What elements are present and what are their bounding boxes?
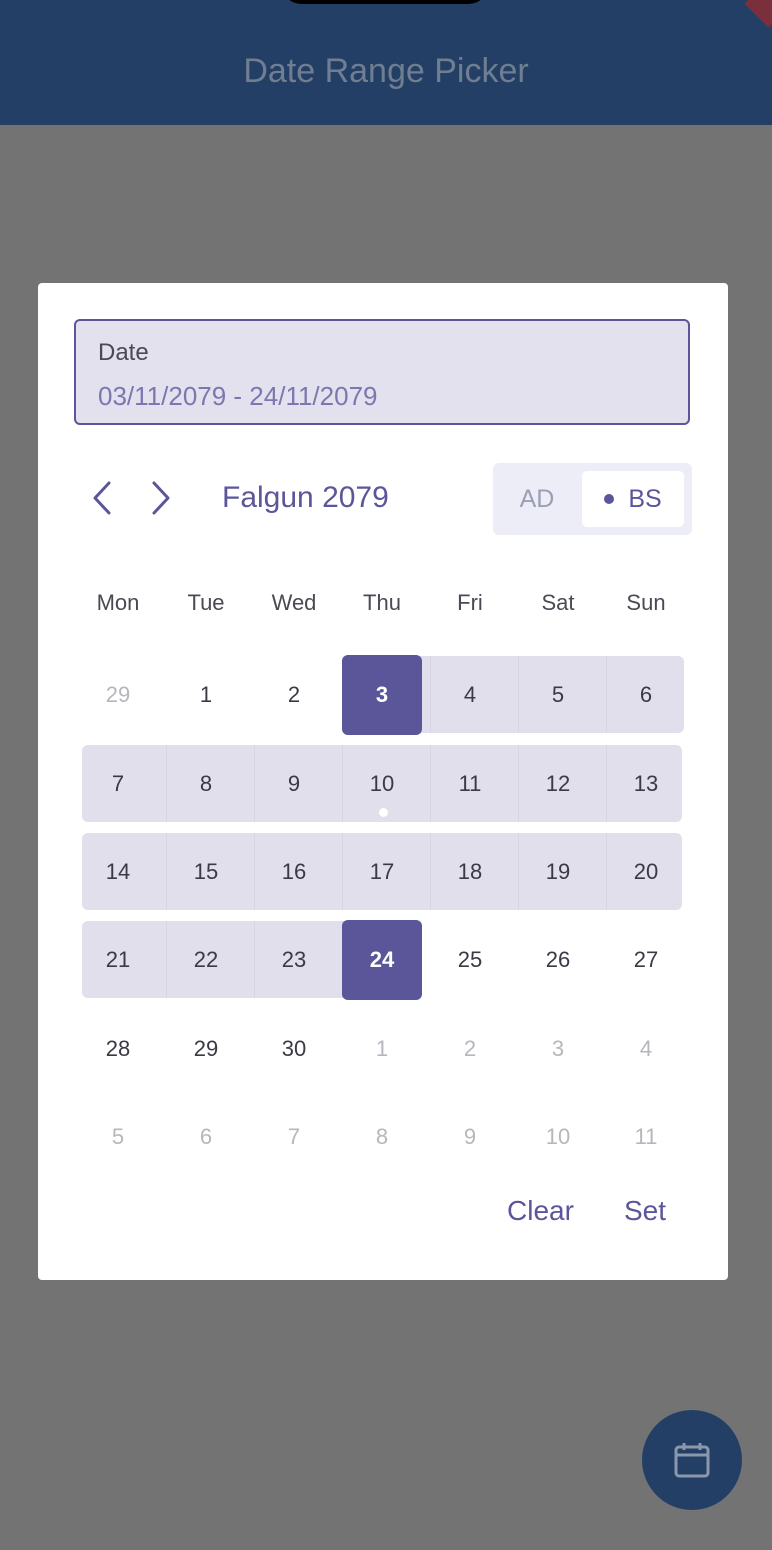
- calendar-day[interactable]: 25: [426, 920, 514, 1000]
- calendar-day[interactable]: 26: [514, 920, 602, 1000]
- calendar-day[interactable]: 17: [338, 832, 426, 912]
- app-title: Date Range Picker: [243, 52, 529, 90]
- calendar-day[interactable]: 13: [602, 744, 690, 824]
- calendar-day[interactable]: 23: [250, 920, 338, 1000]
- next-month-button[interactable]: [140, 478, 180, 518]
- date-field-value: 03/11/2079 - 24/11/2079: [98, 381, 378, 411]
- calendar-day[interactable]: 11: [602, 1097, 690, 1177]
- calendar-day[interactable]: 1: [162, 655, 250, 735]
- calendar-day[interactable]: 30: [250, 1009, 338, 1089]
- previous-month-button[interactable]: [83, 478, 123, 518]
- chevron-left-icon: [93, 481, 111, 515]
- weekday-mon: Mon: [96, 590, 140, 615]
- calendar-day[interactable]: 1: [338, 1009, 426, 1089]
- toggle-bs-label: BS: [628, 484, 662, 513]
- calendar-day[interactable]: 19: [514, 832, 602, 912]
- calendar-day[interactable]: 16: [250, 832, 338, 912]
- calendar-day[interactable]: 9: [250, 744, 338, 824]
- calendar-day[interactable]: 4: [602, 1009, 690, 1089]
- date-field-label: Date: [98, 339, 149, 366]
- calendar-day[interactable]: 22: [162, 920, 250, 1000]
- debug-banner: [744, 0, 772, 28]
- date-range-field[interactable]: Date 03/11/2079 - 24/11/2079: [74, 319, 690, 425]
- calendar-day[interactable]: 5: [74, 1097, 162, 1177]
- calendar-day[interactable]: 28: [74, 1009, 162, 1089]
- clear-button[interactable]: Clear: [507, 1195, 574, 1227]
- calendar-day[interactable]: 6: [602, 655, 690, 735]
- set-button[interactable]: Set: [624, 1195, 666, 1227]
- calendar-day[interactable]: 27: [602, 920, 690, 1000]
- calendar-day[interactable]: 20: [602, 832, 690, 912]
- selected-dot-icon: [604, 494, 615, 504]
- today-indicator-dot: [379, 808, 388, 817]
- calendar-day[interactable]: 3: [514, 1009, 602, 1089]
- calendar-day[interactable]: 12: [514, 744, 602, 824]
- weekday-sun: Sun: [626, 590, 666, 615]
- calendar-day[interactable]: 8: [162, 744, 250, 824]
- range-start-day[interactable]: 3: [342, 655, 422, 735]
- weekday-tue: Tue: [187, 590, 225, 615]
- calendar-day[interactable]: 21: [74, 920, 162, 1000]
- month-title: Falgun 2079: [222, 481, 389, 514]
- weekday-fri: Fri: [457, 590, 483, 615]
- calendar-day[interactable]: 2: [426, 1009, 514, 1089]
- calendar-system-toggle: AD BS: [493, 463, 692, 535]
- app-bar: Date Range Picker: [0, 0, 772, 125]
- calendar-day[interactable]: 7: [250, 1097, 338, 1177]
- calendar-day[interactable]: 6: [162, 1097, 250, 1177]
- range-end-day[interactable]: 24: [342, 920, 422, 1000]
- weekday-wed: Wed: [271, 590, 317, 615]
- calendar-day[interactable]: 29: [162, 1009, 250, 1089]
- toggle-ad[interactable]: AD: [493, 463, 581, 535]
- calendar-day[interactable]: 10: [338, 744, 426, 824]
- weekday-thu: Thu: [363, 590, 401, 615]
- weekday-sat: Sat: [541, 590, 575, 615]
- calendar-icon: [674, 1443, 710, 1478]
- calendar-day[interactable]: 2: [250, 655, 338, 735]
- calendar-fab[interactable]: [642, 1410, 742, 1510]
- calendar-day[interactable]: 11: [426, 744, 514, 824]
- chevron-right-icon: [152, 481, 170, 515]
- date-range-dialog: Date 03/11/2079 - 24/11/2079 Falgun 2079…: [38, 283, 728, 1280]
- device-notch: [280, 0, 490, 4]
- calendar-day[interactable]: 15: [162, 832, 250, 912]
- calendar-day[interactable]: 5: [514, 655, 602, 735]
- calendar-day[interactable]: 10: [514, 1097, 602, 1177]
- calendar-day[interactable]: 8: [338, 1097, 426, 1177]
- calendar-day[interactable]: 29: [74, 655, 162, 735]
- toggle-bs[interactable]: BS: [582, 471, 684, 527]
- calendar-day[interactable]: 18: [426, 832, 514, 912]
- calendar-day[interactable]: 9: [426, 1097, 514, 1177]
- calendar-day[interactable]: 4: [426, 655, 514, 735]
- calendar-day[interactable]: 7: [74, 744, 162, 824]
- calendar-day[interactable]: 14: [74, 832, 162, 912]
